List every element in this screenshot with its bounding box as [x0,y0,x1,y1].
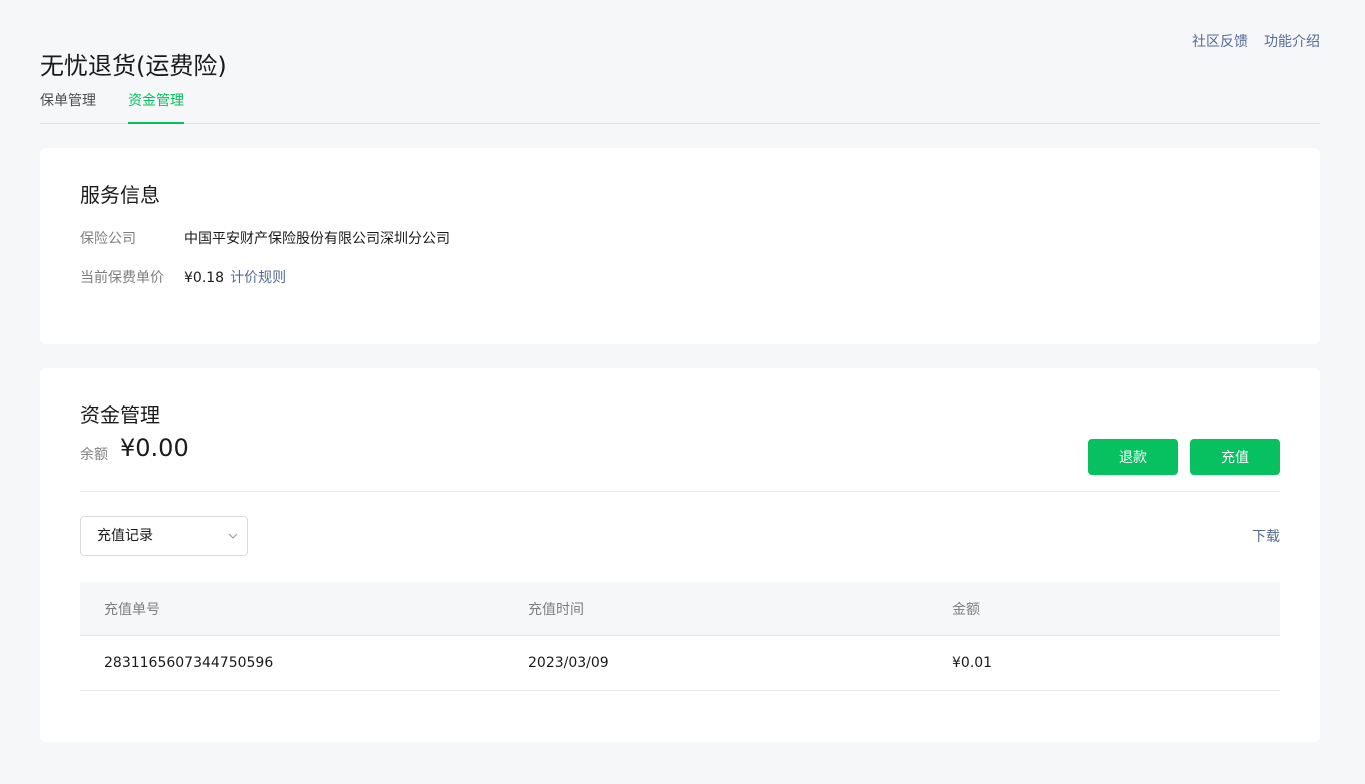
fund-management-card: 资金管理 余额 ¥0.00 退款 充值 充值记录 下载 充值单号 充值时间 金额… [40,368,1320,742]
balance-label: 余额 [80,447,108,463]
feature-intro-link[interactable]: 功能介绍 [1264,31,1320,51]
table-header-row: 充值单号 充值时间 金额 [80,582,1280,636]
column-header-amount: 金额 [928,582,1280,636]
premium-price-value: ¥0.18 [184,270,225,286]
table-row: 2831165607344750596 2023/03/09 ¥0.01 [80,635,1280,691]
refund-button[interactable]: 退款 [1088,439,1178,475]
cell-order-no: 2831165607344750596 [80,635,504,691]
tab-policy-management[interactable]: 保单管理 [40,80,96,123]
page: 无忧退货(运费险) 社区反馈 功能介绍 保单管理 资金管理 服务信息 保险公司 … [40,0,1320,742]
pricing-rules-link[interactable]: 计价规则 [230,268,286,288]
balance-value: ¥0.00 [120,434,189,462]
filter-row: 充值记录 下载 [80,492,1280,582]
fund-actions: 退款 充值 [1088,439,1280,475]
download-link[interactable]: 下载 [1252,526,1280,546]
insurance-company-value: 中国平安财产保险股份有限公司深圳分公司 [184,231,450,247]
column-header-order-no: 充值单号 [80,582,504,636]
tab-bar: 保单管理 资金管理 [40,80,1320,124]
service-info-card: 服务信息 保险公司 中国平安财产保险股份有限公司深圳分公司 当前保费单价 ¥0.… [40,148,1320,344]
chevron-down-icon [228,533,238,539]
balance-row: 余额 ¥0.00 退款 充值 [80,429,1280,492]
tab-fund-management[interactable]: 资金管理 [128,80,184,124]
cell-time: 2023/03/09 [504,635,928,691]
premium-price-label: 当前保费单价 [80,270,164,286]
record-type-select-value: 充值记录 [97,528,153,544]
premium-price-row: 当前保费单价 ¥0.18 计价规则 [80,268,1280,288]
cell-amount: ¥0.01 [928,635,1280,691]
insurance-company-row: 保险公司 中国平安财产保险股份有限公司深圳分公司 [80,229,1280,249]
record-type-select[interactable]: 充值记录 [80,516,248,556]
recharge-button[interactable]: 充值 [1190,439,1280,475]
community-feedback-link[interactable]: 社区反馈 [1192,31,1248,51]
column-header-time: 充值时间 [504,582,928,636]
service-info-title: 服务信息 [80,183,160,207]
page-title: 无忧退货(运费险) [40,52,227,81]
recharge-records-table: 充值单号 充值时间 金额 2831165607344750596 2023/03… [80,582,1280,691]
insurance-company-label: 保险公司 [80,231,136,247]
fund-management-title: 资金管理 [80,403,160,427]
header: 无忧退货(运费险) 社区反馈 功能介绍 [40,0,1320,80]
header-links: 社区反馈 功能介绍 [1192,31,1320,51]
